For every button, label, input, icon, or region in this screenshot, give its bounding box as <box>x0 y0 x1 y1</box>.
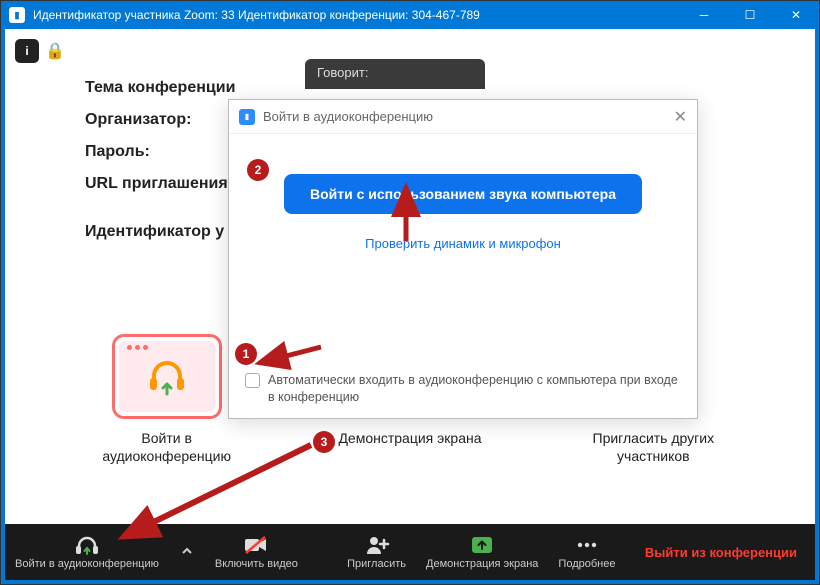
annotation-marker-2: 2 <box>247 159 269 181</box>
join-with-computer-audio-button[interactable]: Войти с использованием звука компьютера <box>284 174 642 214</box>
invite-tile-label: Пригласить других участников <box>568 429 738 465</box>
annotation-marker-3: 3 <box>313 431 335 453</box>
meeting-info-panel: Тема конференции Организатор: Пароль: UR… <box>85 79 235 255</box>
toolbar-share-label: Демонстрация экрана <box>426 558 538 570</box>
toolbar-join-audio-button[interactable]: Войти в аудиоконференцию <box>5 524 169 580</box>
share-screen-tile-label: Демонстрация экрана <box>325 429 495 447</box>
toolbar-more-label: Подробнее <box>558 558 615 570</box>
annotation-marker-1: 1 <box>235 343 257 365</box>
audio-options-chevron[interactable] <box>169 545 205 560</box>
meeting-toolbar: Войти в аудиоконференцию Включить видео <box>5 524 815 580</box>
meeting-password-label: Пароль: <box>85 143 235 161</box>
invite-icon <box>364 535 390 555</box>
window-title: Идентификатор участника Zoom: 33 Идентиф… <box>33 8 681 22</box>
toolbar-video-button[interactable]: Включить видео <box>205 524 308 580</box>
auto-join-audio-checkbox[interactable] <box>245 373 260 388</box>
join-audio-dialog: ▮ Войти в аудиоконференцию ✕ Войти с исп… <box>228 99 698 419</box>
share-screen-icon <box>469 535 495 555</box>
meeting-info-icon[interactable]: i <box>15 39 39 63</box>
zoom-logo-icon: ▮ <box>9 7 25 23</box>
meeting-topic-label: Тема конференции <box>85 79 235 97</box>
toolbar-join-audio-label: Войти в аудиоконференцию <box>15 558 159 570</box>
test-speaker-mic-link[interactable]: Проверить динамик и микрофон <box>365 236 561 251</box>
chevron-up-icon <box>181 545 193 557</box>
leave-meeting-button[interactable]: Выйти из конференции <box>645 545 797 560</box>
maximize-button[interactable]: ☐ <box>727 1 773 29</box>
toolbar-invite-label: Пригласить <box>347 558 406 570</box>
dialog-close-button[interactable]: ✕ <box>674 107 687 127</box>
toolbar-more-button[interactable]: Подробнее <box>548 524 625 580</box>
speaking-indicator: Говорит: <box>305 59 485 89</box>
window-titlebar: ▮ Идентификатор участника Zoom: 33 Идент… <box>1 1 819 29</box>
join-audio-tile-label: Войти в аудиоконференцию <box>82 429 252 465</box>
meeting-url-label: URL приглашения <box>85 175 235 193</box>
video-off-icon <box>243 535 269 555</box>
minimize-button[interactable]: ─ <box>681 1 727 29</box>
toolbar-video-label: Включить видео <box>215 558 298 570</box>
headphones-icon <box>144 354 190 400</box>
speaking-label: Говорит: <box>317 65 368 80</box>
more-icon <box>574 535 600 555</box>
meeting-id-label: Идентификатор у <box>85 223 235 241</box>
zoom-logo-icon: ▮ <box>239 109 255 125</box>
meeting-host-label: Организатор: <box>85 111 235 129</box>
main-area: i 🔒 Говорит: Тема конференции Организато… <box>5 29 815 580</box>
auto-join-audio-label: Автоматически входить в аудиоконференцию… <box>268 372 681 406</box>
dialog-title: Войти в аудиоконференцию <box>263 109 433 124</box>
close-window-button[interactable]: ✕ <box>773 1 819 29</box>
headphones-icon <box>74 534 100 556</box>
toolbar-invite-button[interactable]: Пригласить <box>337 524 416 580</box>
join-audio-tile[interactable]: Войти в аудиоконференцию <box>82 334 252 465</box>
encryption-icon[interactable]: 🔒 <box>45 41 65 61</box>
toolbar-share-button[interactable]: Демонстрация экрана <box>416 524 548 580</box>
